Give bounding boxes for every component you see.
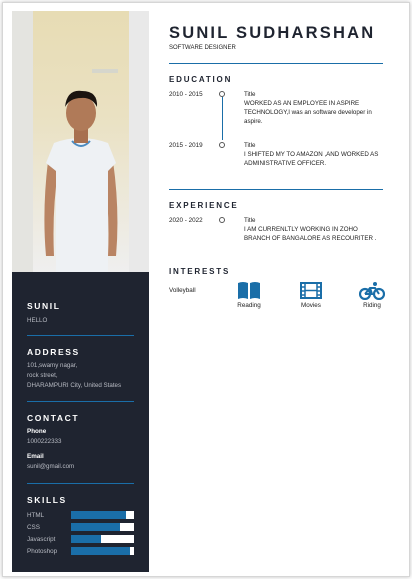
interest-riding: Riding xyxy=(352,281,392,309)
film-icon xyxy=(300,282,322,299)
full-name: SUNIL SUDHARSHAN xyxy=(169,24,376,42)
skill-bar-fill xyxy=(71,511,127,519)
education-heading: EDUCATION xyxy=(169,75,233,84)
divider xyxy=(27,401,134,402)
skill-row: HTML xyxy=(27,509,134,521)
skill-bar xyxy=(71,535,134,543)
skills-list: HTML CSS Javascript Photoshop xyxy=(27,509,134,557)
address-line-3: DHARAMPURI City, United States xyxy=(27,382,122,389)
experience-entry-1: Title I AM CURRENLTLY WORKING IN ZOHO BR… xyxy=(244,217,384,244)
entry-title: Title xyxy=(244,142,256,149)
skill-row: Photoshop xyxy=(27,545,134,557)
interest-label: Movies xyxy=(301,302,321,309)
profile-photo xyxy=(12,11,149,272)
skill-name: HTML xyxy=(27,511,45,519)
person-figure xyxy=(44,90,118,272)
sidebar-name: SUNIL xyxy=(27,301,61,311)
address-line-2: rock street, xyxy=(27,372,58,379)
phone-label: Phone xyxy=(27,428,47,435)
education-date-1: 2010 - 2015 xyxy=(169,91,203,98)
timeline-line xyxy=(222,97,223,140)
email-value: sunil@gmail.com xyxy=(27,463,75,470)
email-label: Email xyxy=(27,453,44,460)
bicycle-icon xyxy=(359,282,385,300)
experience-date-1: 2020 - 2022 xyxy=(169,217,203,224)
interest-volleyball: Volleyball xyxy=(169,287,196,294)
skills-heading: SKILLS xyxy=(27,495,67,505)
job-role: SOFTWARE DESIGNER xyxy=(169,45,236,51)
divider xyxy=(169,189,383,190)
interest-reading: Reading xyxy=(229,281,269,309)
entry-description: I AM CURRENLTLY WORKING IN ZOHO BRANCH O… xyxy=(244,225,377,242)
education-entry-1: Title WORKED AS AN EMPLOYEE IN ASPIRE TE… xyxy=(244,91,384,127)
education-entry-2: Title I SHIFTED MY TO AMAZON ,AND WORKED… xyxy=(244,142,384,169)
skill-bar xyxy=(71,511,134,519)
timeline-dot xyxy=(219,91,225,97)
skill-name: Javascript xyxy=(27,535,56,543)
entry-title: Title xyxy=(244,91,256,98)
interest-movies: Movies xyxy=(291,281,331,309)
timeline-dot xyxy=(219,217,225,223)
entry-description: WORKED AS AN EMPLOYEE IN ASPIRE TECHNOLO… xyxy=(244,99,372,125)
skill-name: CSS xyxy=(27,523,40,531)
timeline-dot xyxy=(219,142,225,148)
sidebar-panel: SUNIL HELLO ADDRESS 101,swamy nagar, roc… xyxy=(12,272,149,572)
skill-bar xyxy=(71,547,134,555)
skill-bar-fill xyxy=(71,523,121,531)
divider xyxy=(27,335,134,336)
divider xyxy=(27,483,134,484)
education-date-2: 2015 - 2019 xyxy=(169,142,203,149)
phone-value: 1000222333 xyxy=(27,438,62,445)
left-column: SUNIL HELLO ADDRESS 101,swamy nagar, roc… xyxy=(12,11,149,572)
address-line-1: 101,swamy nagar, xyxy=(27,362,78,369)
resume-page: SUNIL HELLO ADDRESS 101,swamy nagar, roc… xyxy=(2,2,410,577)
experience-heading: EXPERIENCE xyxy=(169,201,239,210)
sidebar-greeting: HELLO xyxy=(27,317,48,324)
book-icon xyxy=(238,282,260,299)
skill-bar xyxy=(71,523,134,531)
skill-row: Javascript xyxy=(27,533,134,545)
skill-name: Photoshop xyxy=(27,547,58,555)
interests-heading: INTERESTS xyxy=(169,267,231,276)
divider xyxy=(169,63,383,64)
interest-label: Reading xyxy=(237,302,261,309)
skill-row: CSS xyxy=(27,521,134,533)
contact-heading: CONTACT xyxy=(27,413,80,423)
address-heading: ADDRESS xyxy=(27,347,80,357)
skill-bar-fill xyxy=(71,547,131,555)
skill-bar-fill xyxy=(71,535,102,543)
entry-title: Title xyxy=(244,217,256,224)
interest-label: Riding xyxy=(363,302,381,309)
entry-description: I SHIFTED MY TO AMAZON ,AND WORKED AS AD… xyxy=(244,150,379,167)
